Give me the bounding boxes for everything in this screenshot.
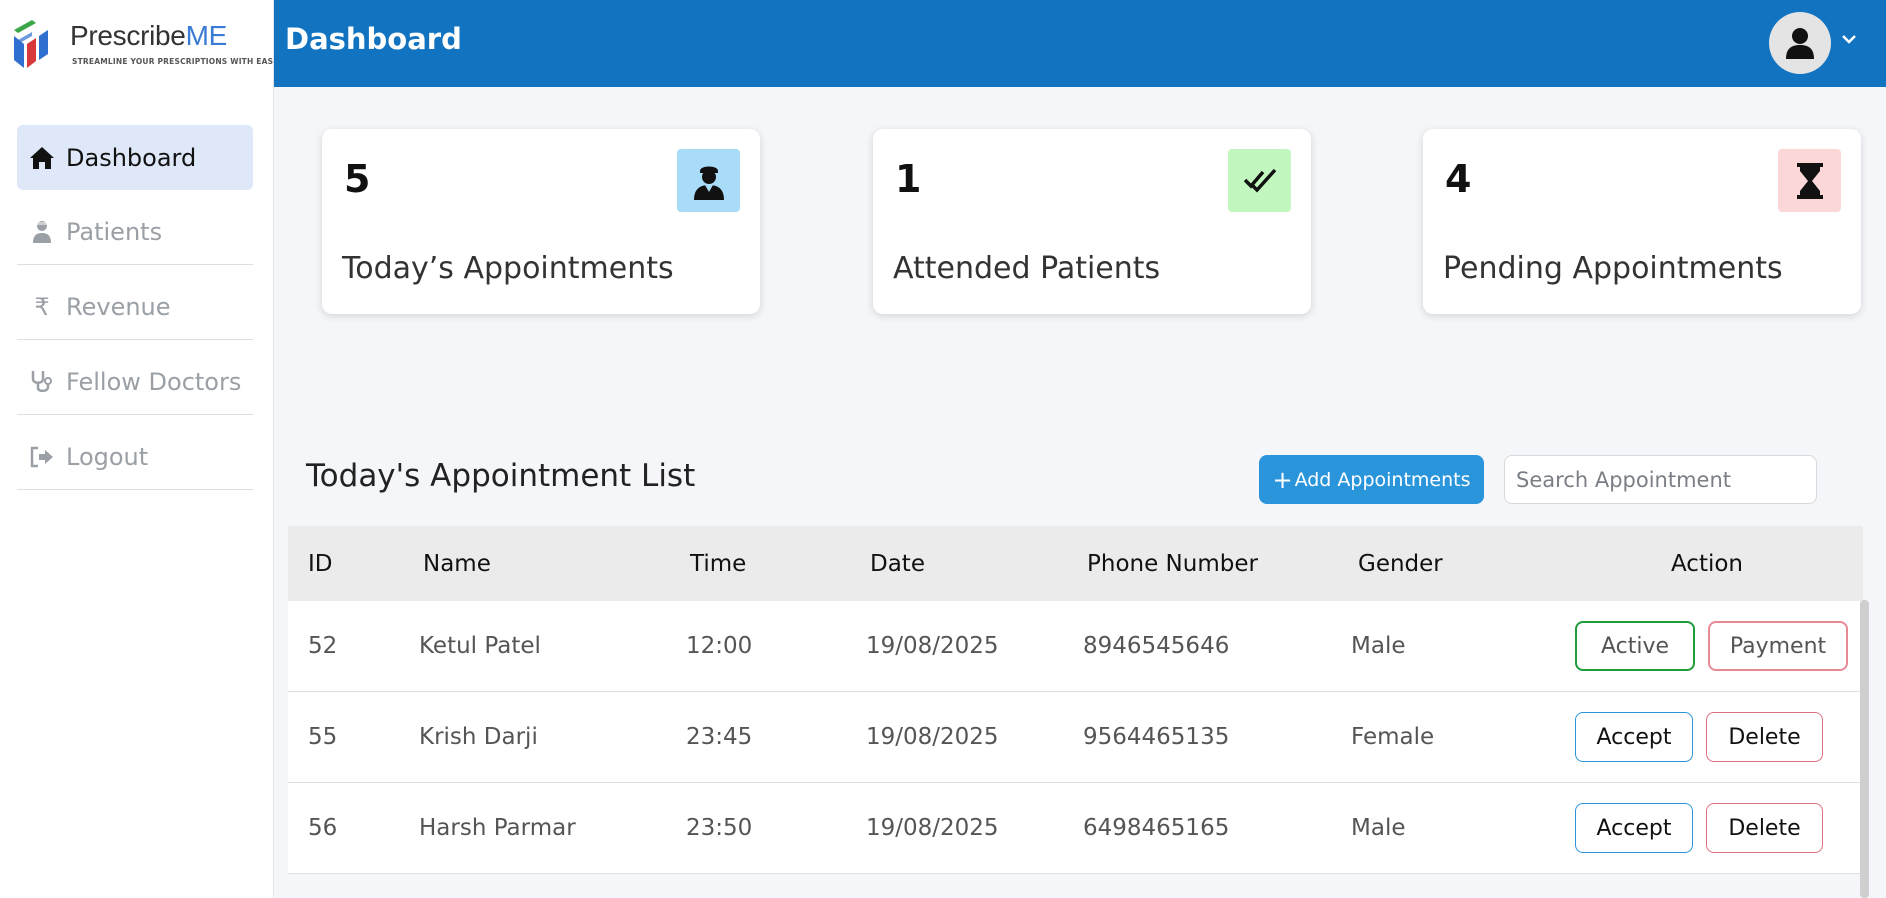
home-icon [29, 145, 55, 171]
header-gender: Gender [1358, 550, 1443, 577]
logo[interactable]: PrescribeME STREAMLINE YOUR PRESCRIPTION… [10, 14, 278, 76]
rupee-icon: ₹ [34, 293, 50, 321]
cell-phone: 6498465165 [1083, 815, 1230, 841]
table-scrollbar[interactable] [1860, 600, 1869, 898]
header-date: Date [870, 550, 925, 577]
cell-gender: Male [1351, 815, 1406, 841]
cell-action: Accept Delete [1571, 803, 1863, 853]
cell-time: 23:50 [686, 815, 753, 841]
sidebar-item-label: Logout [66, 443, 149, 471]
delete-button[interactable]: Delete [1706, 803, 1823, 853]
header-action: Action [1670, 550, 1744, 577]
table-row: 55 Krish Darji 23:45 19/08/2025 95644651… [288, 692, 1863, 783]
sidebar-item-revenue[interactable]: ₹ Revenue [17, 275, 253, 340]
sidebar: PrescribeME STREAMLINE YOUR PRESCRIPTION… [0, 0, 278, 898]
add-appointment-label: Add Appointments [1294, 468, 1471, 491]
appointment-list-title: Today's Appointment List [306, 458, 696, 494]
cell-action: Accept Delete [1571, 712, 1863, 762]
cell-name: Krish Darji [419, 724, 538, 750]
cell-time: 23:45 [686, 724, 753, 750]
cell-date: 19/08/2025 [866, 724, 999, 750]
cell-action: Active Payment [1571, 621, 1863, 671]
cell-phone: 9564465135 [1083, 724, 1230, 750]
doctor-icon [677, 149, 740, 212]
sidebar-item-dashboard[interactable]: Dashboard [17, 125, 253, 190]
active-button[interactable]: Active [1575, 621, 1695, 671]
cell-gender: Male [1351, 633, 1406, 659]
stat-card-todays-appointments: 5 Today’s Appointments [322, 129, 760, 314]
payment-button[interactable]: Payment [1708, 621, 1848, 671]
appointments-table: ID Name Time Date Phone Number Gender Ac… [288, 526, 1863, 874]
cell-date: 19/08/2025 [866, 633, 999, 659]
stat-value: 5 [344, 157, 371, 201]
stat-label: Pending Appointments [1443, 251, 1783, 286]
header-id: ID [308, 550, 333, 577]
cell-time: 12:00 [686, 633, 753, 659]
double-check-icon [1228, 149, 1291, 212]
table-row: 56 Harsh Parmar 23:50 19/08/2025 6498465… [288, 783, 1863, 874]
stat-label: Attended Patients [893, 251, 1161, 286]
accept-button[interactable]: Accept [1575, 803, 1693, 853]
sidebar-item-label: Patients [66, 218, 163, 246]
sidebar-item-label: Fellow Doctors [66, 368, 242, 396]
logout-icon [29, 444, 55, 470]
logo-mark-icon [14, 20, 48, 68]
sidebar-item-logout[interactable]: Logout [17, 425, 253, 490]
search-input[interactable] [1504, 455, 1817, 504]
sidebar-item-label: Revenue [66, 293, 171, 321]
cell-date: 19/08/2025 [866, 815, 999, 841]
cell-phone: 8946545646 [1083, 633, 1230, 659]
add-appointment-button[interactable]: + Add Appointments [1259, 455, 1484, 504]
patient-icon [29, 219, 55, 245]
header-time: Time [690, 550, 747, 577]
header-name: Name [423, 550, 491, 577]
brand-name: PrescribeME [70, 20, 227, 51]
stat-card-pending-appointments: 4 Pending Appointments [1423, 129, 1861, 314]
stat-value: 4 [1445, 157, 1472, 201]
sidebar-item-label: Dashboard [66, 143, 197, 172]
avatar[interactable] [1769, 12, 1831, 74]
top-header: Dashboard [274, 0, 1886, 87]
stat-card-attended-patients: 1 Attended Patients [873, 129, 1311, 314]
hourglass-icon [1778, 149, 1841, 212]
cell-name: Harsh Parmar [419, 815, 576, 841]
stat-label: Today’s Appointments [342, 251, 674, 286]
user-icon [1786, 28, 1814, 59]
page-title: Dashboard [285, 22, 462, 56]
accept-button[interactable]: Accept [1575, 712, 1693, 762]
sidebar-nav: Dashboard Patients ₹ Revenue Fellow Doct… [17, 125, 253, 500]
delete-button[interactable]: Delete [1706, 712, 1823, 762]
cell-id: 55 [308, 724, 338, 750]
plus-icon: + [1272, 465, 1293, 494]
chevron-down-icon[interactable] [1841, 30, 1857, 49]
stethoscope-icon [29, 369, 55, 395]
cell-id: 52 [308, 633, 338, 659]
header-phone: Phone Number [1087, 550, 1258, 577]
stat-value: 1 [895, 157, 922, 201]
cell-gender: Female [1351, 724, 1435, 750]
sidebar-item-fellow-doctors[interactable]: Fellow Doctors [17, 350, 253, 415]
sidebar-item-patients[interactable]: Patients [17, 200, 253, 265]
table-header: ID Name Time Date Phone Number Gender Ac… [288, 526, 1863, 601]
table-row: 52 Ketul Patel 12:00 19/08/2025 89465456… [288, 601, 1863, 692]
cell-id: 56 [308, 815, 338, 841]
brand-tagline: STREAMLINE YOUR PRESCRIPTIONS WITH EASE [72, 57, 279, 66]
cell-name: Ketul Patel [419, 633, 541, 659]
